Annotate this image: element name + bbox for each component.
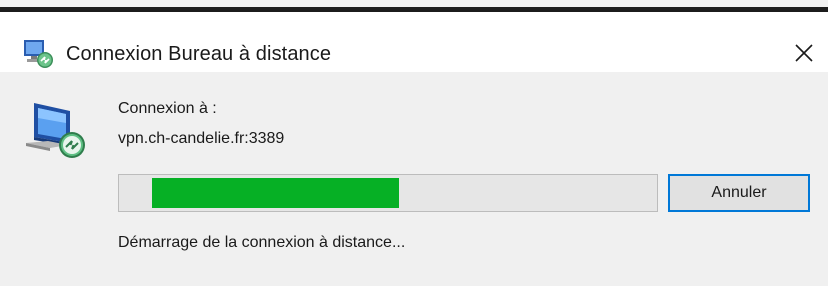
rdp-connection-dialog: Connexion Bureau à distance Connexion à … (0, 0, 828, 291)
progress-fill (152, 178, 399, 208)
window-bottom-edge (0, 286, 828, 291)
remote-desktop-computer-icon (20, 99, 100, 165)
connecting-to-label: Connexion à : (118, 100, 217, 117)
status-text: Démarrage de la connexion à distance... (118, 234, 406, 251)
title-bar[interactable]: Connexion Bureau à distance (0, 12, 828, 72)
window-title: Connexion Bureau à distance (66, 43, 332, 65)
cancel-button[interactable]: Annuler (668, 174, 810, 212)
remote-desktop-icon (22, 36, 56, 70)
close-icon (793, 42, 815, 69)
server-address: vpn.ch-candelie.fr:3389 (118, 130, 285, 147)
connection-progress-bar (118, 174, 658, 212)
